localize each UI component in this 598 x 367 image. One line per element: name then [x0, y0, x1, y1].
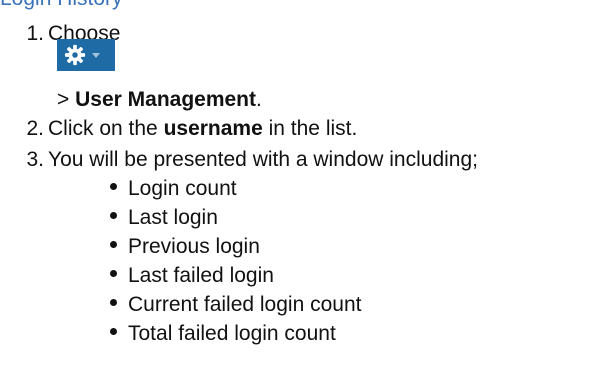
page-link[interactable]: Login History — [0, 0, 123, 11]
chevron-down-icon — [92, 52, 100, 58]
bullet-dot — [110, 299, 117, 306]
step-text-end: in the list. — [262, 117, 358, 140]
list-item-label: Current failed login count — [128, 293, 362, 316]
step-number: 3. — [26, 148, 44, 171]
list-item: Login count — [110, 177, 237, 201]
list-item: Previous login — [110, 235, 260, 259]
list-item-label: Total failed login count — [128, 322, 336, 345]
list-item-label: Last login — [128, 206, 218, 229]
step-1-continuation: > User Management. — [57, 88, 262, 112]
menu-item-name: User Management — [75, 88, 256, 111]
step-text: Click on the — [48, 117, 164, 140]
list-item-label: Previous login — [128, 235, 260, 258]
bullet-dot — [110, 212, 117, 219]
menu-path-prefix: > — [57, 88, 76, 111]
step-3: 3. You will be presented with a window in… — [0, 148, 478, 172]
bullet-dot — [110, 328, 117, 335]
step-2: 2. Click on the username in the list. — [0, 117, 357, 141]
gear-icon — [64, 44, 86, 66]
list-item: Current failed login count — [110, 293, 361, 317]
list-item-label: Login count — [128, 177, 237, 200]
list-item: Last login — [110, 206, 218, 230]
step-number: 1. — [26, 22, 44, 45]
list-item: Total failed login count — [110, 322, 336, 346]
bullet-dot — [110, 270, 117, 277]
bullet-dot — [110, 241, 117, 248]
list-item-label: Last failed login — [128, 264, 274, 287]
step-text: You will be presented with a window incl… — [48, 148, 478, 171]
step-emphasis: username — [163, 117, 263, 140]
list-item: Last failed login — [110, 264, 274, 288]
step-number: 2. — [26, 117, 44, 140]
settings-menu-button[interactable] — [57, 39, 115, 71]
bullet-dot — [110, 183, 117, 190]
menu-path-suffix: . — [256, 88, 262, 111]
